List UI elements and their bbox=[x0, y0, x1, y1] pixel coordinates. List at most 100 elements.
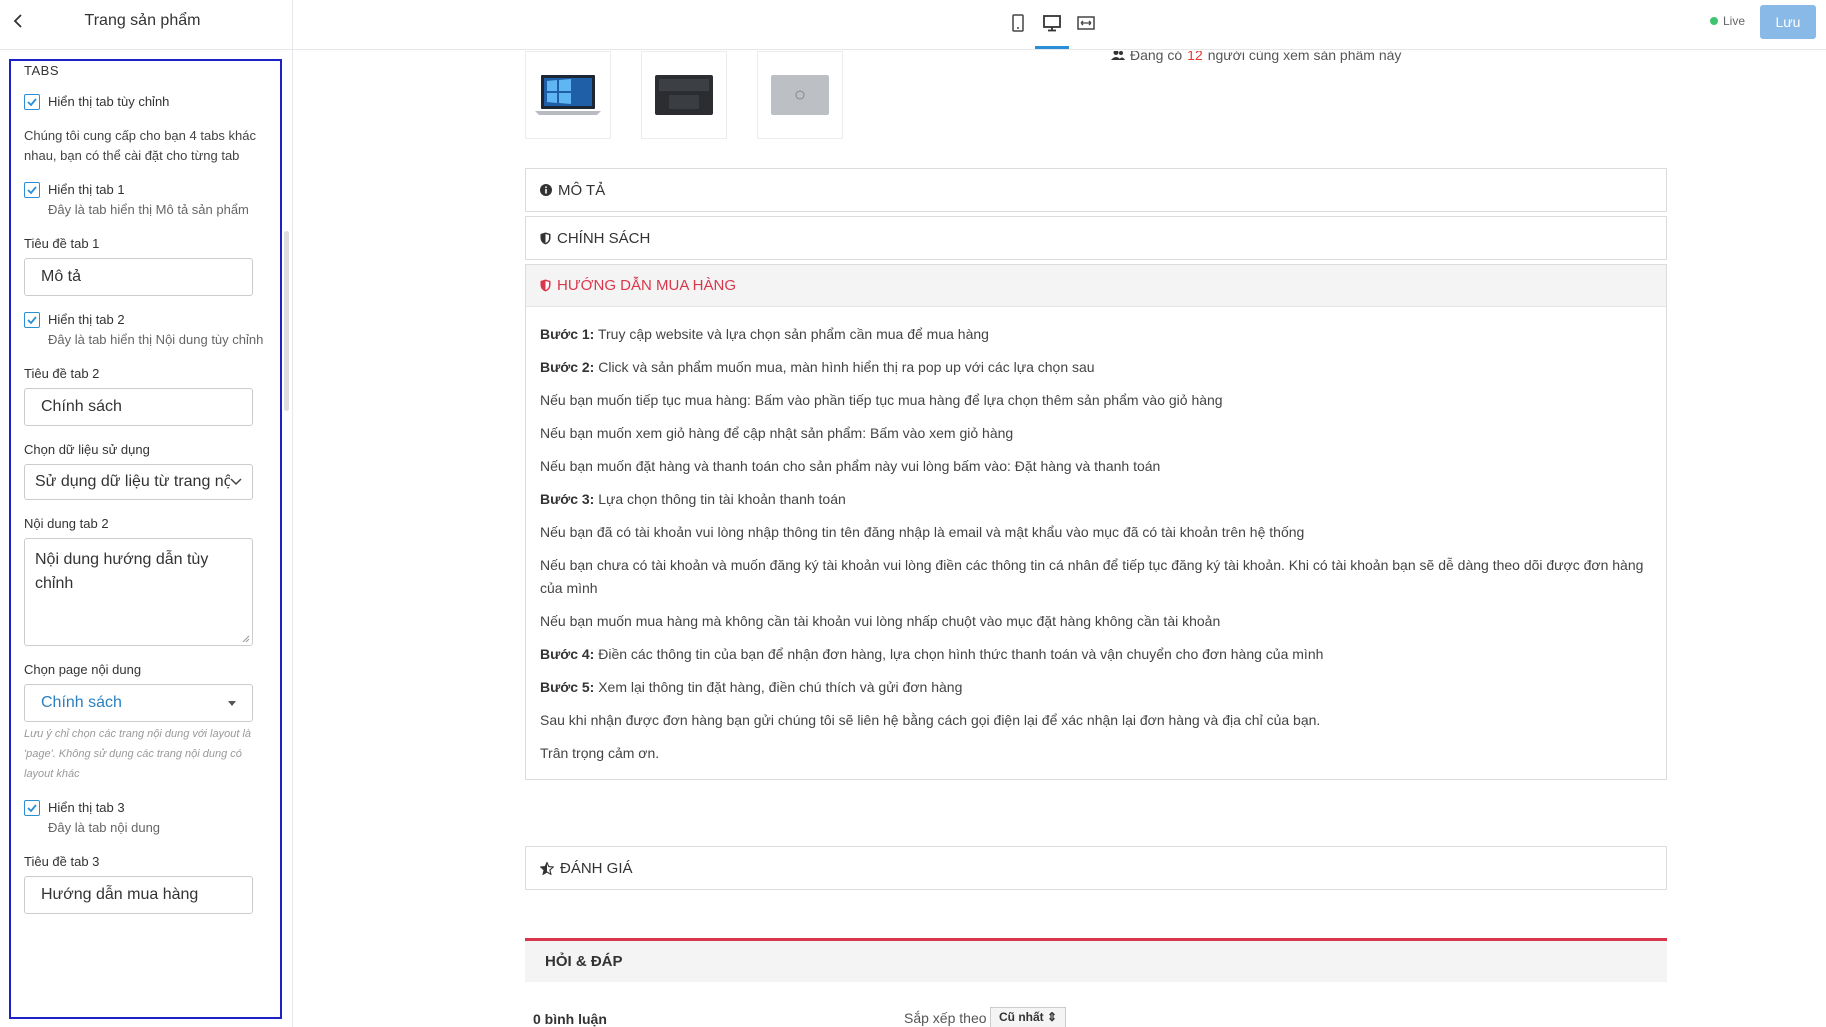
sidebar-scrollbar[interactable] bbox=[284, 231, 289, 411]
tab-review-header[interactable]: ĐÁNH GIÁ bbox=[526, 847, 1666, 889]
tabs-settings-panel: TABS Hiển thị tab tùy chỉnh Chúng tôi cu… bbox=[9, 59, 282, 1019]
show-tab2-checkbox[interactable] bbox=[24, 312, 40, 328]
show-tab1-label: Hiển thị tab 1 bbox=[48, 182, 125, 197]
resize-grip-icon[interactable] bbox=[242, 635, 250, 643]
content-page-select[interactable]: Chính sách bbox=[24, 684, 253, 722]
viewers-count: 12 bbox=[1187, 51, 1203, 63]
show-tab3-checkbox[interactable] bbox=[24, 800, 40, 816]
tab2-content-value: Nội dung hướng dẫn tùy chỉnh bbox=[35, 551, 209, 592]
info-circle-icon bbox=[540, 184, 552, 196]
tab1-title-label: Tiêu đề tab 1 bbox=[24, 236, 100, 251]
qa-title: HỎI & ĐÁP bbox=[545, 953, 623, 970]
step-label: Bước 5: bbox=[540, 679, 595, 695]
step-label: Bước 3: bbox=[540, 491, 595, 507]
tab2-content-textarea[interactable]: Nội dung hướng dẫn tùy chỉnh bbox=[24, 538, 253, 646]
mobile-view-button[interactable] bbox=[1005, 10, 1031, 36]
guide-paragraph: Sau khi nhận được đơn hàng bạn gửi chúng… bbox=[540, 712, 1321, 728]
tab-description-header[interactable]: MÔ TẢ bbox=[526, 169, 1666, 211]
step-text: Xem lại thông tin đặt hàng, điền chú thí… bbox=[598, 679, 963, 695]
star-half-icon bbox=[540, 861, 554, 875]
tab2-title-label: Tiêu đề tab 2 bbox=[24, 366, 100, 381]
live-status: Live bbox=[1710, 14, 1745, 28]
step-text: Lựa chọn thông tin tài khoản thanh toán bbox=[598, 491, 846, 507]
tab2-description: Đây là tab hiển thị Nội dung tùy chỉnh bbox=[48, 332, 264, 347]
save-button[interactable]: Lưu bbox=[1760, 5, 1816, 39]
show-tab3-label: Hiển thị tab 3 bbox=[48, 800, 125, 815]
chevron-down-icon bbox=[230, 478, 242, 486]
data-source-select[interactable]: Sử dụng dữ liệu từ trang nội dung bbox=[24, 464, 253, 500]
step-label: Bước 1: bbox=[540, 326, 595, 342]
tab-guide[interactable]: HƯỚNG DẪN MUA HÀNG Bước 1: Truy cập webs… bbox=[525, 264, 1667, 780]
caret-down-icon bbox=[228, 700, 236, 706]
live-dot-icon bbox=[1710, 17, 1718, 25]
guide-paragraph: Nếu bạn muốn mua hàng mà không cần tài k… bbox=[540, 613, 1221, 629]
tab-description-label: MÔ TẢ bbox=[558, 181, 606, 199]
tab-review-label: ĐÁNH GIÁ bbox=[560, 859, 633, 877]
store-preview: Đang có 12 người cùng xem sản phẩm này M… bbox=[293, 51, 1826, 1027]
users-icon bbox=[1111, 51, 1125, 60]
sidebar-title: Trang sản phẩm bbox=[84, 12, 201, 29]
tab1-description: Đây là tab hiển thị Mô tả sản phẩm bbox=[48, 202, 249, 217]
show-custom-tab-label: Hiển thị tab tùy chỉnh bbox=[48, 94, 170, 109]
content-page-note: Lưu ý chỉ chọn các trang nội dung với la… bbox=[24, 728, 252, 780]
comments-count: 0 bình luận bbox=[533, 1011, 607, 1027]
sort-value: Cũ nhất bbox=[999, 1010, 1044, 1024]
show-custom-tab-row: Hiển thị tab tùy chỉnh bbox=[24, 92, 274, 112]
laptop-front-image bbox=[535, 75, 601, 115]
tab-review[interactable]: ĐÁNH GIÁ bbox=[525, 846, 1667, 890]
step-text: Click và sản phẩm muốn mua, màn hình hiể… bbox=[598, 359, 1095, 375]
checkmark-icon bbox=[27, 316, 37, 324]
show-custom-tab-checkbox[interactable] bbox=[24, 94, 40, 110]
data-source-label: Chọn dữ liệu sử dụng bbox=[24, 442, 150, 457]
product-thumbnail[interactable] bbox=[757, 51, 843, 139]
guide-step: Bước 2: Click và sản phẩm muốn mua, màn … bbox=[540, 356, 1652, 379]
section-title: TABS bbox=[24, 63, 59, 78]
step-label: Bước 2: bbox=[540, 359, 595, 375]
device-toggles bbox=[1005, 10, 1099, 49]
guide-paragraph: Nếu bạn muốn tiếp tục mua hàng: Bấm vào … bbox=[540, 392, 1223, 408]
tab2-title-input[interactable]: Chính sách bbox=[24, 388, 253, 426]
data-source-value: Sử dụng dữ liệu từ trang nội dung bbox=[35, 473, 230, 490]
live-label: Live bbox=[1723, 14, 1746, 28]
tab3-title-input[interactable]: Hướng dẫn mua hàng bbox=[24, 876, 253, 914]
show-tab1-checkbox[interactable] bbox=[24, 182, 40, 198]
tab-guide-header[interactable]: HƯỚNG DẪN MUA HÀNG bbox=[526, 265, 1666, 307]
back-chevron-icon[interactable] bbox=[6, 11, 30, 35]
checkmark-icon bbox=[27, 804, 37, 812]
product-thumbnail[interactable] bbox=[641, 51, 727, 139]
content-page-label: Chọn page nội dung bbox=[24, 662, 142, 677]
laptop-keyboard-image bbox=[655, 75, 713, 115]
laptop-lid-image bbox=[771, 75, 829, 115]
guide-step: Bước 5: Xem lại thông tin đặt hàng, điền… bbox=[540, 676, 1652, 699]
desktop-icon bbox=[1043, 15, 1061, 32]
step-text: Điền các thông tin của bạn để nhận đơn h… bbox=[598, 646, 1324, 662]
show-tab2-label: Hiển thị tab 2 bbox=[48, 312, 125, 327]
guide-paragraph: Nếu bạn muốn đặt hàng và thanh toán cho … bbox=[540, 458, 1161, 474]
tab-policy[interactable]: CHÍNH SÁCH bbox=[525, 216, 1667, 260]
guide-paragraph: Nếu bạn đã có tài khoản vui lòng nhập th… bbox=[540, 524, 1305, 540]
tab1-title-input[interactable]: Mô tả bbox=[24, 258, 253, 296]
shield-icon bbox=[540, 279, 551, 292]
tab2-content-label: Nội dung tab 2 bbox=[24, 516, 109, 531]
tab-policy-label: CHÍNH SÁCH bbox=[557, 229, 651, 247]
sort-select[interactable]: Cũ nhất ⇕ bbox=[990, 1007, 1067, 1027]
settings-sidebar: TABS Hiển thị tab tùy chỉnh Chúng tôi cu… bbox=[0, 51, 292, 1027]
viewers-notice: Đang có 12 người cùng xem sản phẩm này bbox=[1111, 51, 1401, 63]
tab3-title-label: Tiêu đề tab 3 bbox=[24, 854, 100, 869]
tab-policy-header[interactable]: CHÍNH SÁCH bbox=[526, 217, 1666, 259]
viewers-suffix: người cùng xem sản phẩm này bbox=[1207, 51, 1402, 63]
step-text: Truy cập website và lựa chọn sản phẩm cầ… bbox=[597, 326, 989, 342]
show-tab1-row: Hiển thị tab 1 bbox=[24, 180, 274, 200]
tab3-description: Đây là tab nội dung bbox=[48, 820, 161, 835]
step-label: Bước 4: bbox=[540, 646, 595, 662]
sort-label: Sắp xếp theo bbox=[904, 1010, 987, 1026]
tab-description[interactable]: MÔ TẢ bbox=[525, 168, 1667, 212]
shield-icon bbox=[540, 232, 551, 244]
desktop-view-button[interactable] bbox=[1035, 10, 1069, 49]
sort-arrows-icon: ⇕ bbox=[1047, 1010, 1058, 1024]
product-thumbnail[interactable] bbox=[525, 51, 611, 139]
guide-paragraph: Trân trọng cảm ơn. bbox=[540, 745, 660, 761]
fullwidth-view-button[interactable] bbox=[1073, 10, 1099, 36]
viewers-prefix: Đang có bbox=[1130, 51, 1183, 63]
qa-section-header: HỎI & ĐÁP bbox=[525, 938, 1667, 982]
